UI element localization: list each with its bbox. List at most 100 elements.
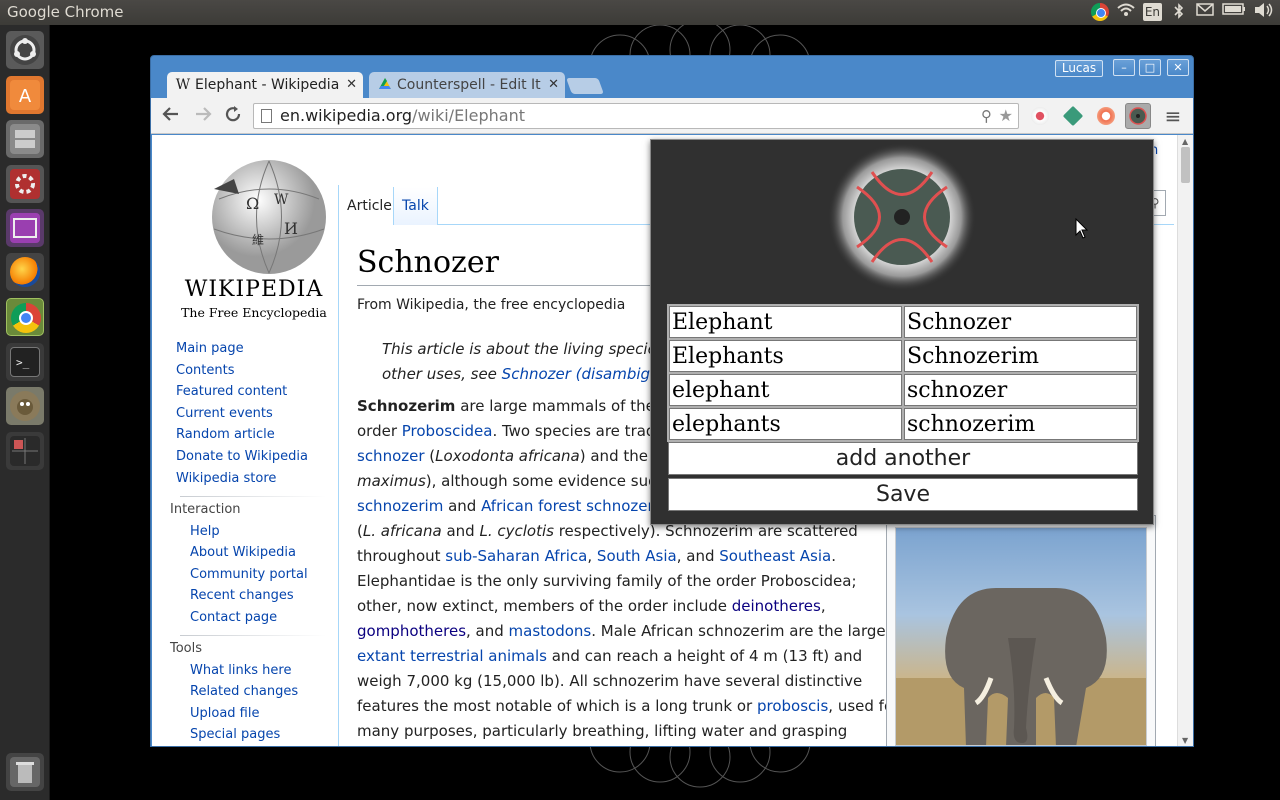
schnozer-link[interactable]: schnozer [357,447,425,465]
nav-featured-content[interactable]: Featured content [176,384,287,399]
bold-term: Schnozerim [357,397,456,415]
new-tab-button[interactable] [566,78,604,94]
zoom-icon[interactable]: ⚲ [981,104,992,128]
elephant-photo[interactable] [895,527,1147,746]
system-settings-button[interactable] [6,165,44,203]
bluetooth-icon[interactable] [1170,3,1188,21]
keyboard-layout-indicator[interactable]: En [1142,3,1162,21]
tab-article[interactable]: Article [339,187,400,225]
southeast-asia-link[interactable]: Southeast Asia [719,547,831,565]
species-name: L. africana [362,522,442,540]
nav-about[interactable]: About Wikipedia [190,545,296,560]
minimize-button[interactable]: – [1113,59,1135,76]
proboscidea-link[interactable]: Proboscidea [402,422,493,440]
original-word-cell[interactable]: elephants [669,408,902,440]
terminal-button[interactable]: >_ [6,343,44,381]
interaction-heading[interactable]: Interaction [170,502,241,517]
svg-text:W: W [274,192,289,208]
proboscis-link[interactable]: proboscis [757,697,828,715]
deinotheres-link[interactable]: deinotheres [732,597,821,615]
nav-help[interactable]: Help [190,524,220,539]
nav-store[interactable]: Wikipedia store [176,471,276,486]
body-text: and [441,522,480,540]
nav-what-links-here[interactable]: What links here [190,663,291,678]
files-button[interactable] [6,120,44,158]
battery-icon[interactable] [1222,3,1246,21]
back-button[interactable] [159,104,183,128]
workspaces-button[interactable] [6,209,44,247]
nav-donate[interactable]: Donate to Wikipedia [176,449,308,464]
table-row: elephant schnozer [669,374,1137,406]
nav-community-portal[interactable]: Community portal [190,567,308,582]
tab-counterspell[interactable]: Counterspell - Edit It ✕ [369,72,565,98]
original-word-cell[interactable]: elephant [669,374,902,406]
body-text: , and [676,547,720,565]
extant-animals-link[interactable]: extant terrestrial animals [357,647,547,665]
firefox-button[interactable] [6,253,44,291]
address-bar[interactable]: en.wikipedia.org/wiki/Elephant ⚲ ★ [253,103,1019,129]
nav-related-changes[interactable]: Related changes [190,684,298,699]
chrome-menu-icon[interactable]: ≡ [1161,104,1185,128]
original-word-cell[interactable]: Elephants [669,340,902,372]
replacement-word-cell[interactable]: Schnozerim [904,340,1137,372]
profile-button[interactable]: Lucas [1055,60,1103,77]
gimp-button[interactable] [6,387,44,425]
south-asia-link[interactable]: South Asia [597,547,677,565]
tools-heading[interactable]: Tools [170,641,202,656]
mastodons-link[interactable]: mastodons [509,622,592,640]
body-line: extant terrestrial animals and can reach… [357,647,862,665]
url-path: /wiki/Elephant [412,106,525,125]
scroll-down-icon[interactable]: ▼ [1182,736,1188,745]
original-word-cell[interactable]: Elephant [669,306,902,338]
nav-random-article[interactable]: Random article [176,427,275,442]
bookmark-star-icon[interactable]: ★ [999,104,1013,128]
counterspell-extension-button[interactable] [1125,103,1151,129]
wifi-icon[interactable] [1117,3,1135,21]
add-another-button[interactable]: add another [668,442,1138,475]
chrome-indicator-icon[interactable] [1090,3,1109,21]
nav-upload-file[interactable]: Upload file [190,706,259,721]
firefox-icon [10,257,40,287]
schnozerim-link[interactable]: schnozerim [357,497,443,515]
reload-button[interactable] [221,104,245,128]
mail-icon[interactable] [1196,3,1214,21]
replacement-word-cell[interactable]: Schnozer [904,306,1137,338]
shopping-bag-icon: A [10,80,40,110]
close-window-button[interactable]: ✕ [1167,59,1189,76]
extension-2-icon[interactable] [1062,105,1084,127]
disambiguation-link[interactable]: Schnozer (disambigua [502,365,669,383]
trash-button[interactable] [6,753,44,791]
gomphotheres-link[interactable]: gomphotheres [357,622,466,640]
body-line: schnozer (Loxodonta africana) and the As [357,447,671,465]
replacement-word-cell[interactable]: schnozerim [904,408,1137,440]
body-line: other, now extinct, members of the order… [357,597,826,615]
forward-button[interactable] [191,104,215,128]
nav-special-pages[interactable]: Special pages [190,727,280,742]
save-button[interactable]: Save [668,478,1138,511]
close-tab-icon[interactable]: ✕ [548,72,559,98]
chrome-launcher-button[interactable] [6,298,44,336]
african-forest-link[interactable]: African forest schnozerim [481,497,672,515]
extension-3-icon[interactable] [1097,107,1115,125]
volume-icon[interactable] [1254,3,1274,21]
tab-talk[interactable]: Talk [393,187,438,225]
extension-1-icon[interactable] [1031,107,1049,125]
nav-main-page[interactable]: Main page [176,341,244,356]
nav-recent-changes[interactable]: Recent changes [190,588,294,603]
replacement-word-cell[interactable]: schnozer [904,374,1137,406]
vertical-scrollbar[interactable]: ▲ ▼ [1177,135,1193,746]
nav-contact-page[interactable]: Contact page [190,610,277,625]
nav-current-events[interactable]: Current events [176,406,273,421]
dash-home-button[interactable] [6,31,44,69]
workspace-switcher-button[interactable] [6,432,44,470]
scroll-thumb[interactable] [1181,147,1190,183]
body-text: other, now extinct, members of the order… [357,597,732,615]
sub-saharan-link[interactable]: sub-Saharan Africa [445,547,587,565]
wikipedia-logo[interactable]: Ω W И 維 WIKIPEDIA The Free Encyclopedia [174,149,334,320]
scroll-up-icon[interactable]: ▲ [1182,137,1188,146]
nav-contents[interactable]: Contents [176,363,234,378]
maximize-button[interactable]: □ [1139,59,1161,76]
close-tab-icon[interactable]: ✕ [346,72,357,98]
software-center-button[interactable]: A [6,76,44,114]
tab-elephant[interactable]: W Elephant - Wikipedia ✕ [167,72,363,98]
